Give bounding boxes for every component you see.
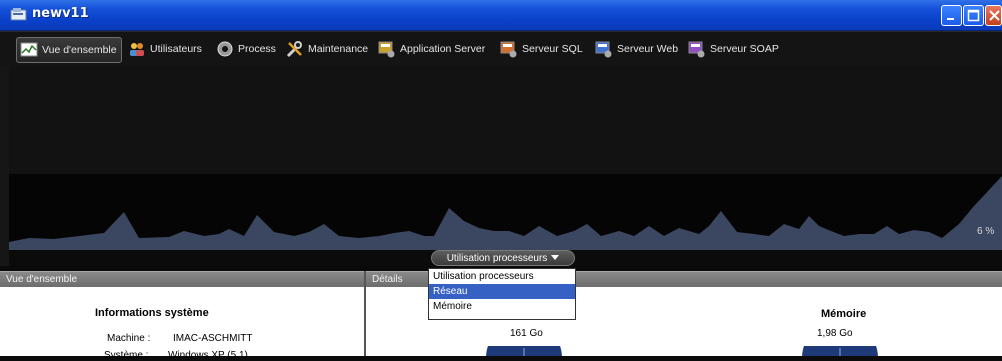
close-button[interactable]: [985, 5, 1002, 26]
memory-gauge-value: 1,98 Go: [817, 328, 853, 339]
tab-soap-server-label: Serveur SOAP: [710, 43, 779, 55]
soap-server-icon: [688, 40, 706, 58]
maximize-icon: [967, 9, 980, 22]
gear-icon: [216, 40, 234, 58]
memory-gauge-title: Mémoire: [821, 308, 867, 320]
tab-application-server[interactable]: Application Server: [378, 37, 485, 61]
tab-overview-label: Vue d'ensemble: [42, 44, 117, 56]
chart-metric-selector-label: Utilisation processeurs: [446, 253, 548, 264]
window-title: newv11: [32, 6, 89, 21]
tab-maintenance-label: Maintenance: [308, 43, 369, 55]
tab-web-server[interactable]: Serveur Web: [595, 37, 678, 61]
menu-item-network[interactable]: Réseau: [429, 284, 575, 299]
tab-users[interactable]: Utilisateurs: [128, 37, 202, 61]
title-bar: newv11: [0, 0, 1002, 31]
chart-icon: [20, 41, 38, 59]
cpu-usage-area: [9, 176, 1002, 250]
users-icon: [128, 40, 146, 58]
chart-metric-selector[interactable]: Utilisation processeurs: [431, 250, 575, 266]
metric-dropdown-menu: Utilisation processeurs Réseau Mémoire: [428, 268, 576, 320]
disk-gauge-value: 161 Go: [510, 328, 543, 339]
chevron-down-icon: [551, 255, 560, 260]
machine-value: IMAC-ASCHMITT: [173, 333, 253, 344]
app-server-icon: [378, 40, 396, 58]
web-server-icon: [595, 40, 613, 58]
overview-panel: [0, 287, 364, 356]
maximize-button[interactable]: [963, 5, 984, 26]
machine-label: Machine :: [107, 333, 151, 344]
tools-icon: [286, 40, 304, 58]
sql-server-icon: [500, 40, 518, 58]
overview-panel-header: Vue d'ensemble: [0, 271, 364, 287]
minimize-button[interactable]: [941, 5, 962, 26]
system-info-title: Informations système: [95, 307, 209, 319]
cpu-usage-value: 6 %: [977, 226, 995, 237]
close-icon: [989, 10, 1000, 21]
toolbar: Vue d'ensemble Utilisateurs Process Main…: [0, 31, 1002, 66]
tab-process-label: Process: [238, 43, 276, 55]
minimize-icon: [947, 18, 954, 20]
tab-web-server-label: Serveur Web: [617, 43, 679, 55]
tab-users-label: Utilisateurs: [150, 43, 202, 55]
app-icon: [10, 8, 27, 21]
cpu-usage-chart: [9, 66, 1002, 250]
cpu-usage-graph: [9, 176, 1002, 250]
tab-soap-server[interactable]: Serveur SOAP: [688, 37, 779, 61]
tab-application-server-label: Application Server: [400, 43, 486, 55]
disk-gauge: [486, 346, 562, 356]
memory-gauge: [802, 346, 878, 356]
tab-maintenance[interactable]: Maintenance: [286, 37, 368, 61]
tab-sql-server-label: Serveur SQL: [522, 43, 583, 55]
menu-item-cpu-usage[interactable]: Utilisation processeurs: [429, 269, 575, 284]
tab-sql-server[interactable]: Serveur SQL: [500, 37, 583, 61]
menu-item-memory[interactable]: Mémoire: [429, 299, 575, 314]
tab-overview[interactable]: Vue d'ensemble: [16, 37, 122, 63]
tab-process[interactable]: Process: [216, 37, 276, 61]
